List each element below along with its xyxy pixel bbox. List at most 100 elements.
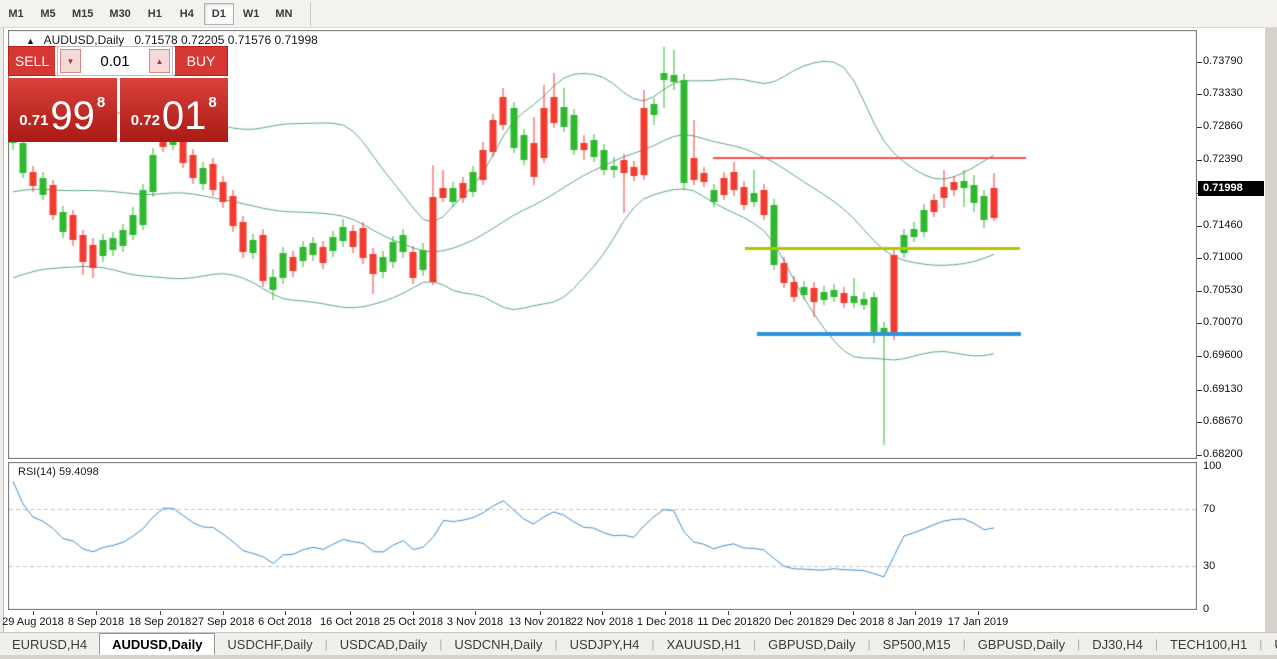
collapse-triangle-icon[interactable]: ▲ [26, 36, 35, 46]
timeframe-button-h4[interactable]: H4 [172, 3, 202, 25]
price-tick-mark [1197, 455, 1202, 456]
chart-tab-audusd-daily[interactable]: AUDUSD,Daily [99, 633, 216, 655]
date-tick-mark [413, 611, 414, 615]
date-tick-mark [853, 611, 854, 615]
date-tick-label: 6 Oct 2018 [258, 616, 312, 628]
price-tick-mark [1197, 127, 1202, 128]
price-tick-label: 0.69130 [1203, 383, 1243, 395]
one-click-trade-panel: SELL ▼ 0.01 ▲ BUY 0.71 99 8 0.72 01 8 [8, 46, 228, 142]
date-tick-label: 8 Jan 2019 [887, 616, 943, 628]
price-tick-mark [1197, 94, 1202, 95]
chart-tab-gbpusd-daily[interactable]: GBPUSD,Daily [966, 633, 1077, 655]
rsi-tick-label: 70 [1203, 503, 1216, 515]
buy-button[interactable]: BUY [173, 46, 228, 76]
price-tick-label: 0.72390 [1203, 153, 1243, 165]
price-tick-mark [1197, 291, 1202, 292]
window-bottom-edge [0, 655, 1277, 659]
date-tick-label: 18 Sep 2018 [128, 616, 192, 628]
price-tick-label: 0.73790 [1203, 55, 1243, 67]
sell-price-pip: 8 [96, 94, 106, 111]
chart-tab-xauusd-h1[interactable]: XAUUSD,H1 [655, 633, 753, 655]
date-tick-label: 27 Sep 2018 [191, 616, 255, 628]
chart-tab-sp500-m15[interactable]: SP500,M15 [871, 633, 963, 655]
buy-quote-button[interactable]: 0.72 01 8 [119, 78, 228, 142]
date-tick-label: 22 Nov 2018 [570, 616, 634, 628]
date-tick-label: 11 Dec 2018 [697, 616, 759, 628]
lot-increase-icon[interactable]: ▲ [149, 49, 170, 73]
timeframe-button-m5[interactable]: M5 [33, 3, 63, 25]
price-tick-mark [1197, 226, 1202, 227]
price-tick-mark [1197, 356, 1202, 357]
chart-tab-eurusd-h4[interactable]: EURUSD,H4 [0, 633, 99, 655]
chart-tab-ukoil-h1[interactable]: UKOil,H1 [1262, 633, 1277, 655]
chart-tab-usdjpy-h4[interactable]: USDJPY,H4 [558, 633, 652, 655]
date-tick-label: 13 Nov 2018 [508, 616, 572, 628]
timeframe-button-m30[interactable]: M30 [102, 3, 137, 25]
toolbar-separator [310, 1, 312, 26]
date-tick-mark [728, 611, 729, 615]
date-tick-label: 17 Jan 2019 [947, 616, 1009, 628]
date-tick-mark [475, 611, 476, 615]
price-tick-mark [1197, 62, 1202, 63]
date-tick-mark [96, 611, 97, 615]
date-tick-mark [978, 611, 979, 615]
date-tick-label: 29 Aug 2018 [2, 616, 64, 628]
chart-tab-gbpusd-daily[interactable]: GBPUSD,Daily [756, 633, 867, 655]
price-tick-label: 0.69600 [1203, 349, 1243, 361]
buy-price-pip: 8 [208, 94, 217, 111]
date-tick-label: 29 Dec 2018 [821, 616, 885, 628]
window-left-edge [0, 28, 4, 655]
date-tick-mark [285, 611, 286, 615]
rsi-tick-label: 100 [1203, 460, 1222, 472]
chart-ohlc-values: 0.71578 0.72205 0.71576 0.71998 [134, 33, 318, 47]
timeframe-button-m15[interactable]: M15 [65, 3, 100, 25]
date-tick-label: 16 Oct 2018 [320, 616, 380, 628]
timeframe-button-mn[interactable]: MN [268, 3, 299, 25]
date-tick-mark [350, 611, 351, 615]
date-tick-mark [540, 611, 541, 615]
date-tick-label: 3 Nov 2018 [446, 616, 504, 628]
price-tick-label: 0.71460 [1203, 219, 1243, 231]
timeframe-button-m1[interactable]: M1 [1, 3, 31, 25]
date-tick-label: 1 Dec 2018 [636, 616, 694, 628]
price-tick-mark [1197, 323, 1202, 324]
date-tick-mark [915, 611, 916, 615]
chart-tab-usdchf-daily[interactable]: USDCHF,Daily [215, 633, 324, 655]
sell-button[interactable]: SELL [8, 46, 57, 76]
sell-quote-button[interactable]: 0.71 99 8 [8, 78, 117, 142]
price-tick-mark [1197, 160, 1202, 161]
chart-symbol-label: AUDUSD,Daily [43, 33, 125, 47]
timeframe-button-h1[interactable]: H1 [140, 3, 170, 25]
date-tick-mark [223, 611, 224, 615]
price-tick-mark [1197, 258, 1202, 259]
sell-price-prefix: 0.71 [19, 112, 49, 129]
rsi-tick-label: 30 [1203, 560, 1216, 572]
date-tick-label: 8 Sep 2018 [67, 616, 125, 628]
chart-tab-usdcad-daily[interactable]: USDCAD,Daily [328, 633, 439, 655]
chart-tab-dj30-h4[interactable]: DJ30,H4 [1080, 633, 1155, 655]
sell-price-big: 99 [50, 94, 95, 138]
date-tick-label: 20 Dec 2018 [758, 616, 822, 628]
date-tick-mark [602, 611, 603, 615]
chart-title: ▲ AUDUSD,Daily 0.71578 0.72205 0.71576 0… [26, 33, 318, 47]
timeframe-button-d1[interactable]: D1 [203, 2, 234, 25]
chart-tab-bar: EURUSD,H4 AUDUSD,Daily USDCHF,Daily | USDCAD… [0, 632, 1277, 655]
lot-size-value[interactable]: 0.01 [83, 47, 147, 75]
current-price-badge: 0.71998 [1198, 181, 1264, 196]
timeframe-button-w1[interactable]: W1 [236, 3, 267, 25]
rsi-chart-canvas[interactable] [8, 462, 1197, 610]
price-tick-label: 0.68200 [1203, 448, 1243, 460]
date-axis[interactable]: 29 Aug 2018 8 Sep 2018 18 Sep 2018 27 Sep 2… [2, 611, 1198, 632]
price-tick-label: 0.70530 [1203, 284, 1243, 296]
lot-decrease-icon[interactable]: ▼ [60, 49, 81, 73]
rsi-indicator-label: RSI(14) 59.4098 [18, 466, 99, 478]
window-right-edge [1265, 28, 1277, 659]
price-tick-label: 0.71000 [1203, 251, 1243, 263]
date-tick-mark [160, 611, 161, 615]
price-tick-label: 0.70070 [1203, 316, 1243, 328]
date-tick-mark [790, 611, 791, 615]
price-tick-label: 0.72860 [1203, 120, 1243, 132]
chart-tab-tech100-h1[interactable]: TECH100,H1 [1158, 633, 1259, 655]
price-tick-label: 0.73330 [1203, 87, 1243, 99]
chart-tab-usdcnh-daily[interactable]: USDCNH,Daily [442, 633, 554, 655]
